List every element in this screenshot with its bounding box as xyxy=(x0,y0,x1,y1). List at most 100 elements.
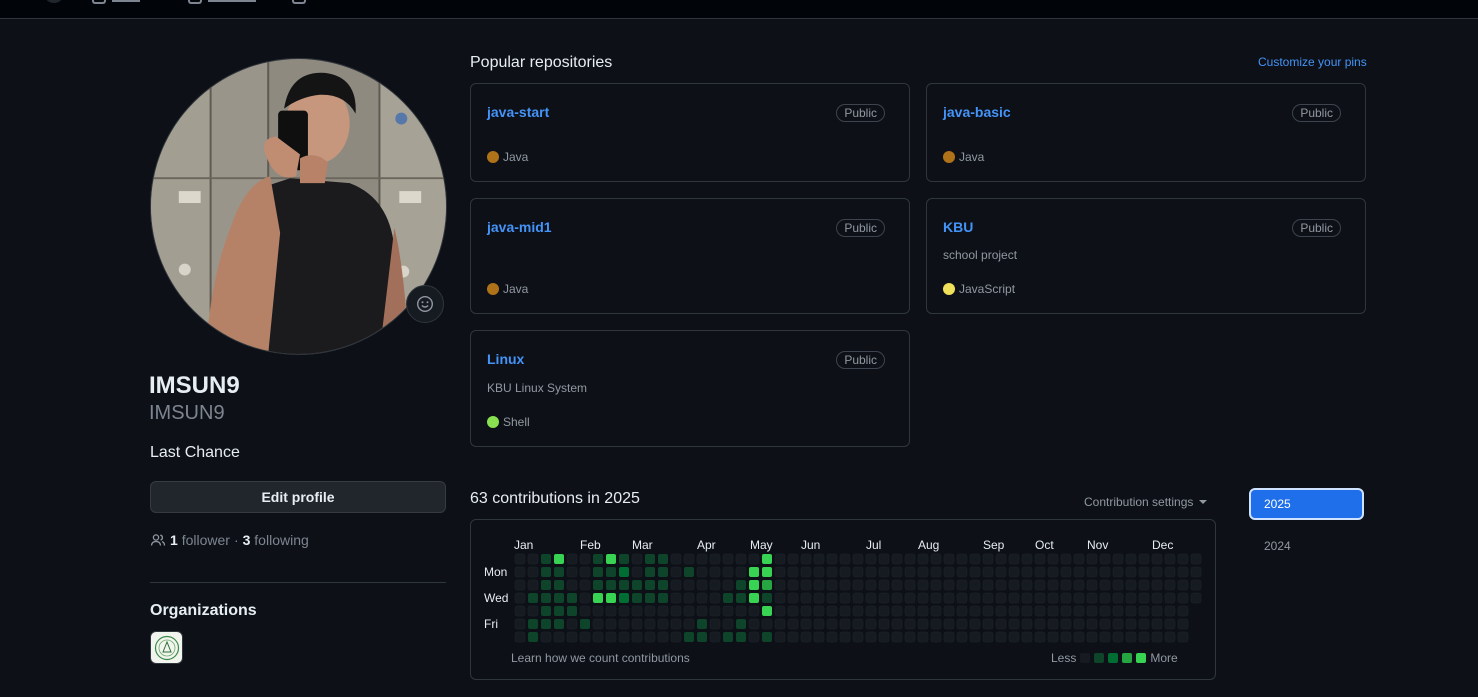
contribution-day-cell[interactable] xyxy=(1073,553,1085,565)
contribution-day-cell[interactable] xyxy=(1008,566,1020,578)
contribution-day-cell[interactable] xyxy=(1047,631,1059,643)
contribution-day-cell[interactable] xyxy=(554,593,564,603)
profile-avatar[interactable] xyxy=(150,58,447,355)
contribution-day-cell[interactable] xyxy=(527,605,539,617)
contribution-day-cell[interactable] xyxy=(709,618,721,630)
contribution-day-cell[interactable] xyxy=(969,579,981,591)
contribution-day-cell[interactable] xyxy=(541,593,551,603)
contribution-day-cell[interactable] xyxy=(982,631,994,643)
followers-link[interactable]: 1 follower xyxy=(170,532,230,548)
contribution-day-cell[interactable] xyxy=(1021,553,1033,565)
contribution-day-cell[interactable] xyxy=(943,579,955,591)
contribution-day-cell[interactable] xyxy=(709,566,721,578)
contribution-day-cell[interactable] xyxy=(670,553,682,565)
contribution-day-cell[interactable] xyxy=(762,554,772,564)
contribution-day-cell[interactable] xyxy=(852,566,864,578)
contribution-day-cell[interactable] xyxy=(852,553,864,565)
contribution-day-cell[interactable] xyxy=(774,553,786,565)
contribution-day-cell[interactable] xyxy=(800,618,812,630)
contribution-day-cell[interactable] xyxy=(736,593,746,603)
contribution-day-cell[interactable] xyxy=(891,618,903,630)
contribution-day-cell[interactable] xyxy=(995,566,1007,578)
contribution-day-cell[interactable] xyxy=(943,605,955,617)
contribution-day-cell[interactable] xyxy=(631,566,643,578)
contribution-day-cell[interactable] xyxy=(774,605,786,617)
contribution-day-cell[interactable] xyxy=(631,553,643,565)
contribution-day-cell[interactable] xyxy=(878,631,890,643)
contribution-day-cell[interactable] xyxy=(580,619,590,629)
contribution-day-cell[interactable] xyxy=(683,579,695,591)
contribution-day-cell[interactable] xyxy=(748,631,760,643)
tab-repositories[interactable] xyxy=(112,0,140,2)
contribution-day-cell[interactable] xyxy=(930,592,942,604)
contribution-day-cell[interactable] xyxy=(943,566,955,578)
contribution-day-cell[interactable] xyxy=(1060,605,1072,617)
contribution-day-cell[interactable] xyxy=(1138,579,1150,591)
contribution-day-cell[interactable] xyxy=(553,631,565,643)
contribution-day-cell[interactable] xyxy=(514,631,526,643)
contribution-day-cell[interactable] xyxy=(566,553,578,565)
contribution-day-cell[interactable] xyxy=(593,593,603,603)
contribution-day-cell[interactable] xyxy=(813,631,825,643)
year-button-2024[interactable]: 2024 xyxy=(1264,539,1291,553)
contribution-day-cell[interactable] xyxy=(1138,566,1150,578)
customize-pins-link[interactable]: Customize your pins xyxy=(1258,55,1367,69)
contribution-day-cell[interactable] xyxy=(696,592,708,604)
contribution-day-cell[interactable] xyxy=(541,606,551,616)
contribution-day-cell[interactable] xyxy=(632,580,642,590)
contribution-day-cell[interactable] xyxy=(774,566,786,578)
contribution-day-cell[interactable] xyxy=(1047,566,1059,578)
contribution-day-cell[interactable] xyxy=(943,553,955,565)
contribution-day-cell[interactable] xyxy=(645,580,655,590)
contribution-day-cell[interactable] xyxy=(1099,553,1111,565)
contribution-day-cell[interactable] xyxy=(554,580,564,590)
contribution-day-cell[interactable] xyxy=(930,618,942,630)
contribution-day-cell[interactable] xyxy=(1034,592,1046,604)
contribution-day-cell[interactable] xyxy=(579,553,591,565)
contribution-day-cell[interactable] xyxy=(658,593,668,603)
contribution-day-cell[interactable] xyxy=(1008,605,1020,617)
contribution-day-cell[interactable] xyxy=(593,554,603,564)
contribution-day-cell[interactable] xyxy=(722,605,734,617)
contribution-day-cell[interactable] xyxy=(722,553,734,565)
contribution-day-cell[interactable] xyxy=(1190,553,1202,565)
contribution-day-cell[interactable] xyxy=(723,593,733,603)
contribution-day-cell[interactable] xyxy=(800,566,812,578)
contribution-day-cell[interactable] xyxy=(956,579,968,591)
contribution-day-cell[interactable] xyxy=(839,566,851,578)
contribution-day-cell[interactable] xyxy=(1112,631,1124,643)
contribution-day-cell[interactable] xyxy=(1099,579,1111,591)
contribution-day-cell[interactable] xyxy=(697,632,707,642)
repo-name-link[interactable]: java-basic xyxy=(943,104,1011,120)
contribution-day-cell[interactable] xyxy=(749,567,759,577)
contribution-day-cell[interactable] xyxy=(1086,566,1098,578)
contribution-day-cell[interactable] xyxy=(1164,618,1176,630)
contribution-day-cell[interactable] xyxy=(592,618,604,630)
contribution-day-cell[interactable] xyxy=(697,619,707,629)
contribution-day-cell[interactable] xyxy=(579,631,591,643)
repo-name-link[interactable]: java-mid1 xyxy=(487,219,552,235)
contribution-day-cell[interactable] xyxy=(800,579,812,591)
contribution-day-cell[interactable] xyxy=(567,593,577,603)
contribution-day-cell[interactable] xyxy=(619,554,629,564)
contribution-day-cell[interactable] xyxy=(1021,566,1033,578)
contribution-day-cell[interactable] xyxy=(878,605,890,617)
contribution-day-cell[interactable] xyxy=(605,605,617,617)
contribution-day-cell[interactable] xyxy=(606,554,616,564)
contribution-day-cell[interactable] xyxy=(709,553,721,565)
contribution-day-cell[interactable] xyxy=(995,605,1007,617)
contribution-day-cell[interactable] xyxy=(527,553,539,565)
contribution-day-cell[interactable] xyxy=(852,631,864,643)
contribution-day-cell[interactable] xyxy=(930,566,942,578)
contribution-day-cell[interactable] xyxy=(1164,553,1176,565)
contribution-day-cell[interactable] xyxy=(1125,579,1137,591)
contribution-day-cell[interactable] xyxy=(644,605,656,617)
contribution-day-cell[interactable] xyxy=(566,579,578,591)
contribution-day-cell[interactable] xyxy=(1086,605,1098,617)
contribution-day-cell[interactable] xyxy=(1060,579,1072,591)
contribution-day-cell[interactable] xyxy=(1073,566,1085,578)
contribution-day-cell[interactable] xyxy=(1034,566,1046,578)
contribution-day-cell[interactable] xyxy=(1099,618,1111,630)
contribution-day-cell[interactable] xyxy=(566,566,578,578)
contribution-day-cell[interactable] xyxy=(1138,618,1150,630)
